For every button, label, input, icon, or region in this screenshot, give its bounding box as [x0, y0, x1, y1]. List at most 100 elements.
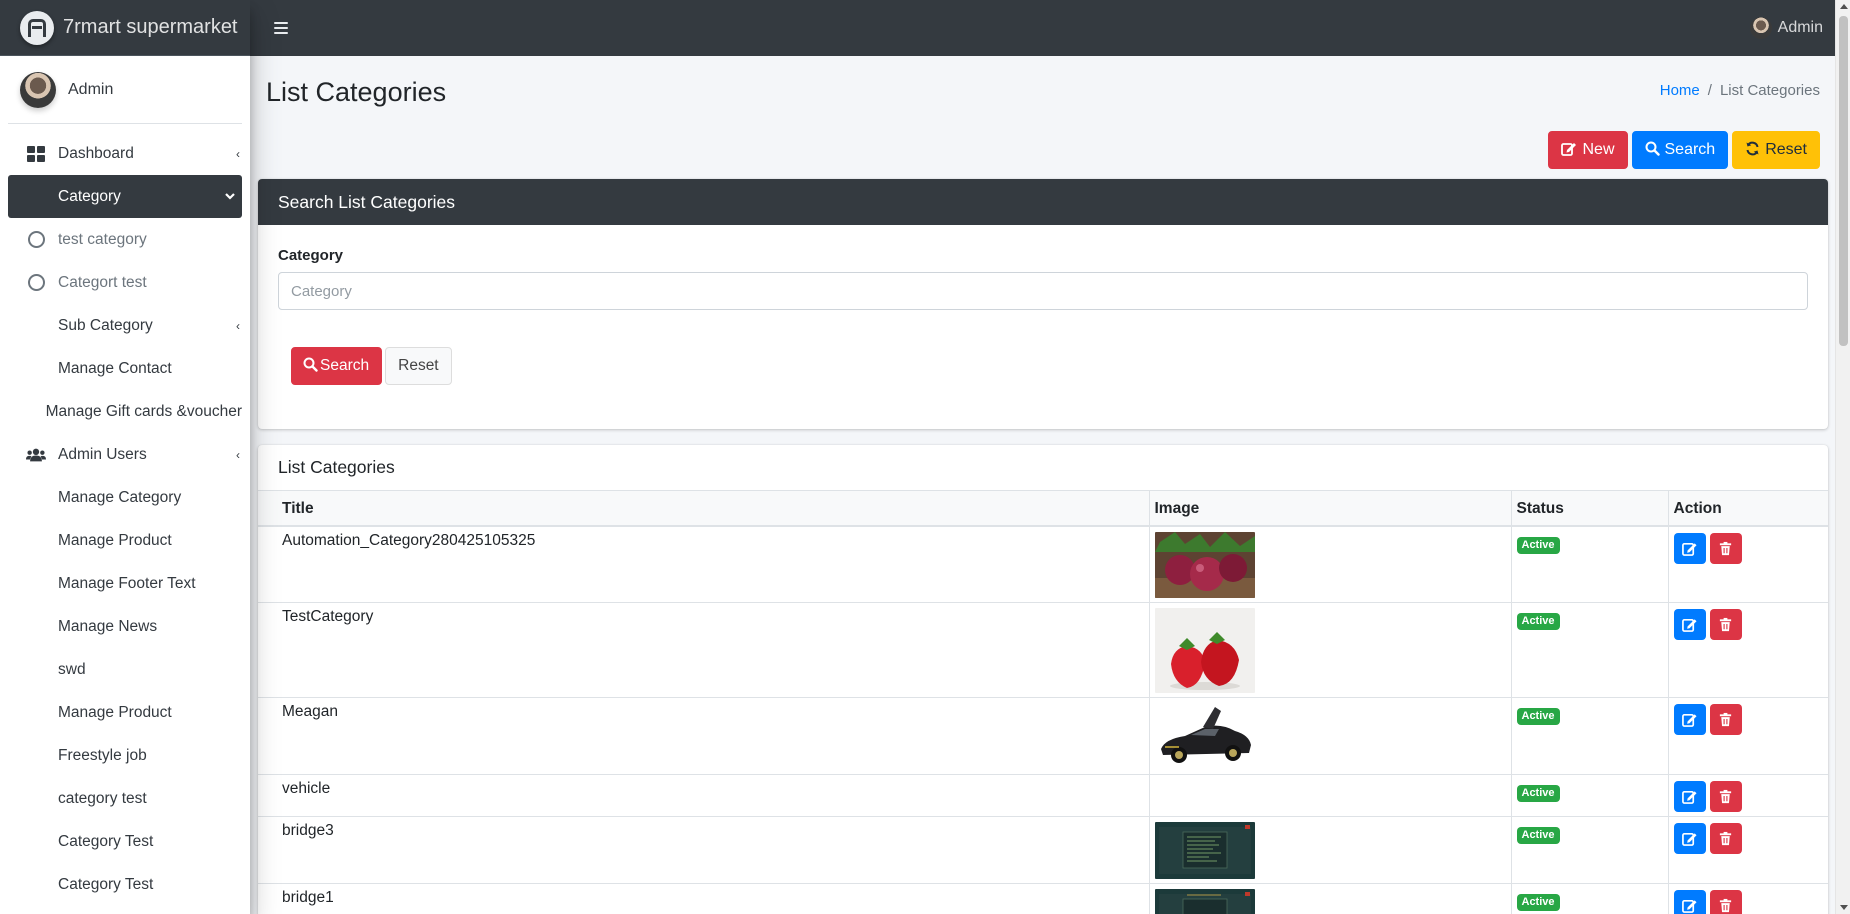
- chevron-left-icon: ‹: [236, 318, 240, 333]
- edit-button[interactable]: [1673, 533, 1706, 564]
- row-status-cell: Active: [1511, 774, 1669, 817]
- page-scrollbar[interactable]: [1835, 0, 1850, 914]
- column-header-action: Action: [1668, 491, 1828, 527]
- chevron-down-icon: [224, 189, 236, 205]
- edit-button[interactable]: [1673, 781, 1706, 812]
- sidebar-item-label: Dashboard: [58, 144, 134, 162]
- table-row: TestCategory Active: [258, 602, 1828, 698]
- brand-link[interactable]: 7rmart supermarket: [0, 0, 250, 56]
- circle-icon: [26, 273, 46, 293]
- row-status-cell: Active: [1511, 816, 1669, 884]
- delete-button[interactable]: [1709, 704, 1742, 735]
- delete-button[interactable]: [1709, 609, 1742, 640]
- edit-button[interactable]: [1673, 704, 1706, 735]
- reset-button[interactable]: Reset: [1732, 131, 1820, 169]
- category-search-input[interactable]: [278, 272, 1808, 310]
- page-title: List Categories: [266, 77, 447, 107]
- sidebar-item-category-test-2[interactable]: Category Test: [8, 863, 242, 906]
- search-form-actions: Search Reset: [278, 347, 1808, 385]
- status-badge: Active: [1516, 708, 1560, 725]
- sync-icon: [1745, 141, 1760, 159]
- edit-icon: [1682, 790, 1697, 804]
- row-image-cell: [1149, 816, 1512, 884]
- search-button-label: Search: [1664, 141, 1716, 158]
- status-badge: Active: [1516, 894, 1560, 911]
- brand-logo-icon: [20, 10, 54, 45]
- edit-icon: [1682, 899, 1697, 913]
- avatar: [20, 71, 56, 108]
- sidebar-item-label: Manage Footer Text: [58, 574, 196, 592]
- new-button[interactable]: New: [1548, 131, 1628, 169]
- status-badge: Active: [1516, 827, 1560, 844]
- menu-toggle-icon[interactable]: [274, 22, 288, 34]
- sidebar-item-manage-product-2[interactable]: Manage Product: [8, 691, 242, 734]
- scroll-down-arrow-icon[interactable]: [1840, 905, 1848, 910]
- reset-button-label: Reset: [1765, 141, 1807, 158]
- table-row: vehicle Active: [258, 774, 1828, 817]
- row-action-cell: [1668, 774, 1828, 817]
- sidebar-item-label: Manage Product: [58, 531, 172, 549]
- sidebar-item-category[interactable]: Category: [8, 175, 242, 218]
- scrollbar-thumb[interactable]: [1839, 16, 1848, 346]
- scroll-up-arrow-icon[interactable]: [1840, 4, 1848, 9]
- sidebar-item-admin-users[interactable]: Admin Users ‹: [8, 433, 242, 476]
- edit-button[interactable]: [1673, 823, 1706, 854]
- edit-button[interactable]: [1673, 609, 1706, 640]
- breadcrumb-separator: /: [1707, 82, 1712, 99]
- sidebar-item-gift-cards[interactable]: Manage Gift cards &voucher: [8, 390, 242, 433]
- row-title: vehicle: [258, 774, 1150, 817]
- search-submit-button[interactable]: Search: [291, 347, 383, 385]
- trash-icon: [1720, 831, 1732, 846]
- sidebar-item-sub-category[interactable]: Sub Category ‹: [8, 304, 242, 347]
- avatar: [1749, 17, 1772, 39]
- sidebar-user-panel[interactable]: Admin: [8, 56, 242, 124]
- sidebar-item-swd[interactable]: swd: [8, 648, 242, 691]
- chevron-left-icon: ‹: [236, 146, 240, 161]
- top-navbar: Admin: [250, 0, 1835, 56]
- users-icon: [26, 445, 46, 465]
- sidebar-item-category-test-lower[interactable]: category test: [8, 777, 242, 820]
- status-badge: Active: [1516, 613, 1560, 630]
- top-user-menu[interactable]: Admin: [1749, 17, 1823, 39]
- delete-button[interactable]: [1709, 823, 1742, 854]
- row-title: bridge1: [258, 883, 1150, 914]
- breadcrumb-home-link[interactable]: Home: [1660, 82, 1700, 99]
- sidebar-item-manage-contact[interactable]: Manage Contact: [8, 347, 242, 390]
- delete-button[interactable]: [1709, 781, 1742, 812]
- sports-car-thumbnail: [1154, 703, 1255, 769]
- beetroot-thumbnail: [1154, 532, 1255, 598]
- sidebar-item-label: Manage Contact: [58, 359, 172, 377]
- status-badge: Active: [1516, 537, 1560, 554]
- delete-button[interactable]: [1709, 533, 1742, 564]
- row-action-cell: [1668, 883, 1828, 914]
- trash-icon: [1720, 617, 1732, 632]
- screenshot-thumbnail: [1154, 889, 1255, 914]
- edit-icon: [1682, 618, 1697, 632]
- edit-icon: [1561, 141, 1577, 159]
- sidebar-item-test-category[interactable]: test category: [8, 218, 242, 261]
- table-row: Automation_Category280425105325 Active: [258, 526, 1828, 603]
- sidebar-item-dashboard[interactable]: Dashboard ‹: [8, 132, 242, 175]
- sidebar-item-manage-category[interactable]: Manage Category: [8, 476, 242, 519]
- row-action-cell: [1668, 526, 1828, 603]
- row-image-cell: [1149, 883, 1512, 914]
- edit-button[interactable]: [1673, 890, 1706, 914]
- sidebar-item-label: Category: [58, 187, 121, 205]
- sidebar-item-freestyle-job[interactable]: Freestyle job: [8, 734, 242, 777]
- content-header: List Categories Home / List Categories: [258, 56, 1828, 123]
- sidebar-item-manage-news[interactable]: Manage News: [8, 605, 242, 648]
- breadcrumb-current: List Categories: [1719, 82, 1820, 99]
- category-field-label: Category: [278, 247, 344, 264]
- sidebar-item-categort-test[interactable]: Categort test: [8, 261, 242, 304]
- delete-button[interactable]: [1709, 890, 1742, 914]
- sidebar-item-label: Sub Category: [58, 316, 153, 334]
- sidebar-user-name: Admin: [68, 80, 114, 98]
- sidebar-item-category-test-1[interactable]: Category Test: [8, 820, 242, 863]
- sidebar-item-manage-product[interactable]: Manage Product: [8, 519, 242, 562]
- column-header-image: Image: [1149, 491, 1512, 527]
- search-button[interactable]: Search: [1631, 131, 1729, 169]
- sidebar-item-manage-footer-text[interactable]: Manage Footer Text: [8, 562, 242, 605]
- page-actions: New Search Reset: [258, 123, 1828, 179]
- search-reset-button[interactable]: Reset: [385, 347, 452, 385]
- table-row: bridge1 Active: [258, 883, 1828, 914]
